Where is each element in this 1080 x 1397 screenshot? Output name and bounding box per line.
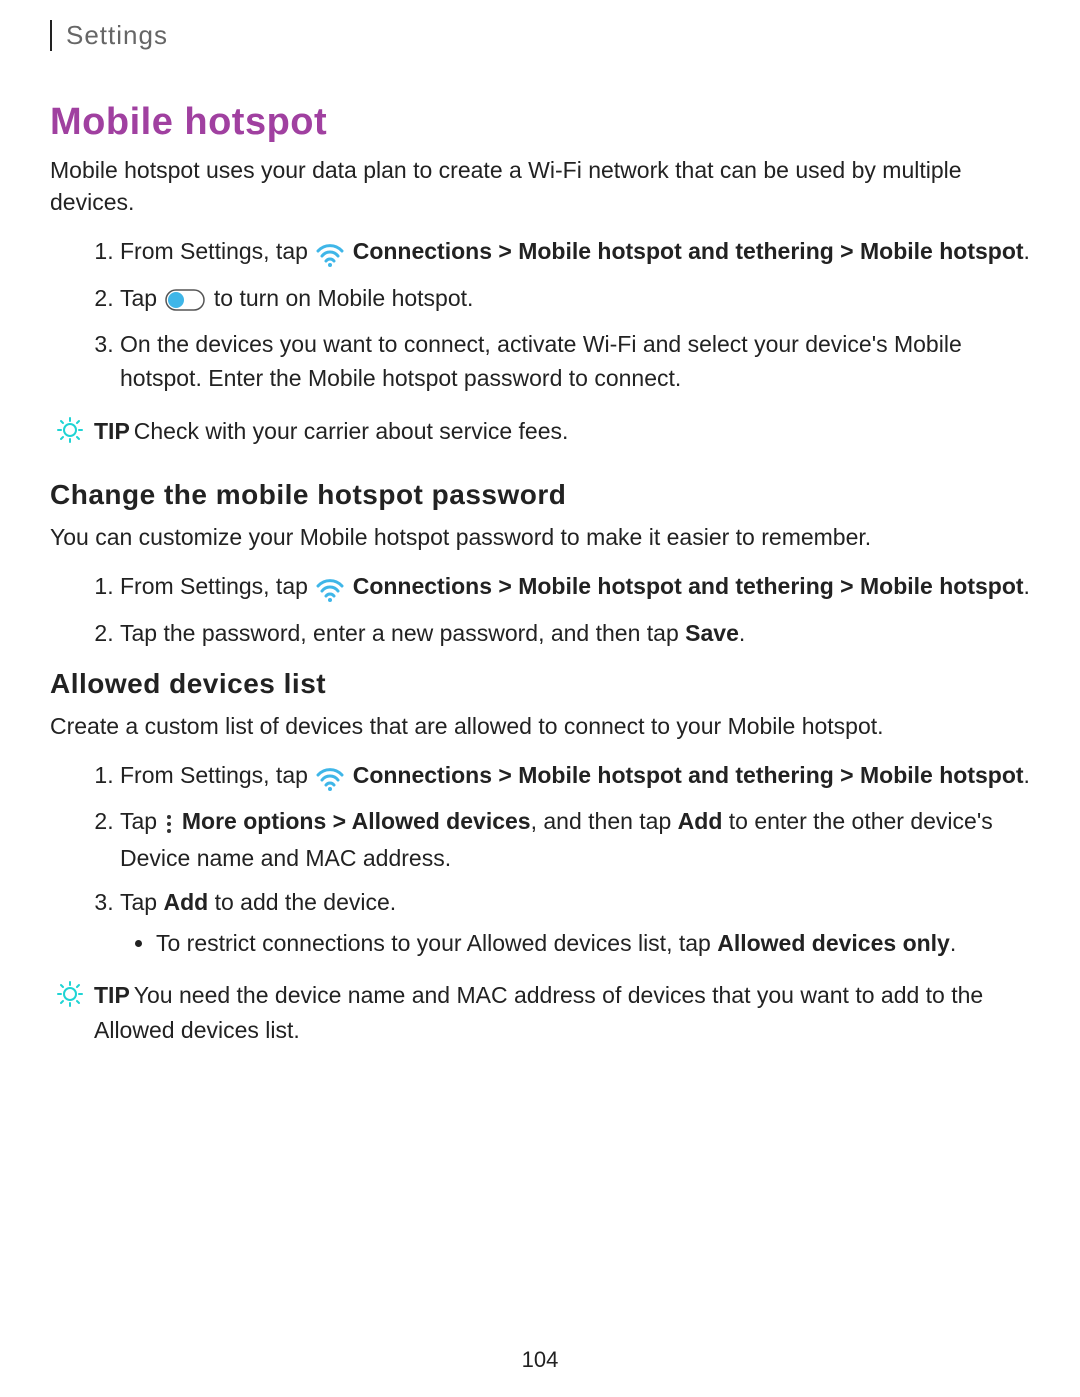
tip-text: TIPCheck with your carrier about service… (94, 414, 568, 449)
nav-path: Mobile hotspot and tethering (518, 762, 834, 788)
tip-text: TIPYou need the device name and MAC addr… (94, 978, 1030, 1047)
sep: > (326, 808, 351, 834)
toggle-icon (165, 282, 205, 317)
text: Tap the password, enter a new password, … (120, 620, 685, 646)
bold-text: More options (182, 808, 326, 834)
sep: > (492, 762, 518, 788)
sep: > (834, 238, 860, 264)
text: to add the device. (208, 889, 396, 915)
text: Check with your carrier about service fe… (134, 418, 569, 444)
text: From Settings, tap (120, 238, 314, 264)
text: To restrict connections to your Allowed … (156, 930, 717, 956)
more-options-icon (165, 806, 173, 841)
tip-box: TIPCheck with your carrier about service… (56, 414, 1030, 454)
step-item: On the devices you want to connect, acti… (120, 327, 1030, 396)
bold-text: Save (685, 620, 739, 646)
bullet-item: To restrict connections to your Allowed … (156, 926, 1030, 961)
lightbulb-icon (56, 416, 84, 454)
step-item: Tap More options > Allowed devices, and … (120, 804, 1030, 875)
heading-allowed-devices: Allowed devices list (50, 668, 1030, 700)
sub-bullets: To restrict connections to your Allowed … (120, 926, 1030, 961)
tip-label: TIP (94, 982, 130, 1008)
text: From Settings, tap (120, 573, 314, 599)
step-item: Tap Add to add the device. To restrict c… (120, 885, 1030, 960)
bold-text: Add (163, 889, 208, 915)
sep: > (834, 573, 860, 599)
text: Tap (120, 285, 163, 311)
page-number: 104 (0, 1347, 1080, 1373)
steps-allowed-devices: From Settings, tap Connections > Mobile … (50, 758, 1030, 960)
nav-path: Mobile hotspot and tethering (518, 238, 834, 264)
nav-path: Mobile hotspot (860, 238, 1024, 264)
nav-path: Mobile hotspot and tethering (518, 573, 834, 599)
wifi-icon (316, 760, 344, 795)
steps-mobile-hotspot: From Settings, tap Connections > Mobile … (50, 234, 1030, 395)
text: . (1024, 762, 1030, 788)
lightbulb-icon (56, 980, 84, 1018)
text: Tap (120, 808, 163, 834)
heading-change-password: Change the mobile hotspot password (50, 479, 1030, 511)
nav-path: Mobile hotspot (860, 573, 1024, 599)
text: , and then tap (531, 808, 678, 834)
breadcrumb: Settings (50, 20, 1030, 51)
tip-box: TIPYou need the device name and MAC addr… (56, 978, 1030, 1047)
text: From Settings, tap (120, 762, 314, 788)
text: . (1024, 573, 1030, 599)
step-item: From Settings, tap Connections > Mobile … (120, 569, 1030, 605)
bold-text: Allowed devices (352, 808, 531, 834)
nav-path: Connections (353, 762, 492, 788)
text: You need the device name and MAC address… (94, 982, 983, 1043)
wifi-icon (316, 571, 344, 606)
sep: > (834, 762, 860, 788)
step-item: From Settings, tap Connections > Mobile … (120, 758, 1030, 794)
text: . (739, 620, 745, 646)
text: to turn on Mobile hotspot. (207, 285, 473, 311)
nav-path: Mobile hotspot (860, 762, 1024, 788)
step-item: Tap the password, enter a new password, … (120, 616, 1030, 651)
tip-label: TIP (94, 418, 130, 444)
text: . (1024, 238, 1030, 264)
nav-path: Connections (353, 573, 492, 599)
step-item: Tap to turn on Mobile hotspot. (120, 281, 1030, 317)
intro-text: Mobile hotspot uses your data plan to cr… (50, 154, 1030, 218)
nav-path: Connections (353, 238, 492, 264)
bold-text: Add (678, 808, 723, 834)
text: Tap (120, 889, 163, 915)
text: . (950, 930, 956, 956)
sep: > (492, 238, 518, 264)
sep: > (492, 573, 518, 599)
page-title: Mobile hotspot (50, 101, 1030, 144)
steps-change-password: From Settings, tap Connections > Mobile … (50, 569, 1030, 650)
section-intro: Create a custom list of devices that are… (50, 710, 1030, 742)
step-item: From Settings, tap Connections > Mobile … (120, 234, 1030, 270)
wifi-icon (316, 236, 344, 271)
bold-text: Allowed devices only (717, 930, 950, 956)
section-intro: You can customize your Mobile hotspot pa… (50, 521, 1030, 553)
